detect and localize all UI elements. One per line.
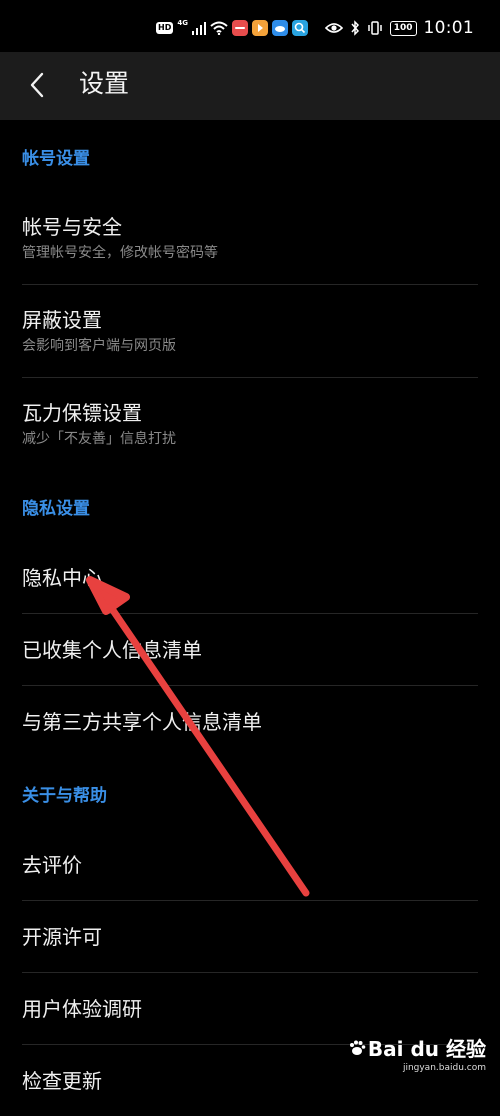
settings-item-title: 去评价 (22, 852, 82, 877)
app-icon-search (291, 20, 308, 36)
chevron-left-icon (30, 72, 44, 98)
battery-icon: 100 (389, 20, 417, 36)
status-bar-left: HD 4G (156, 16, 308, 40)
settings-list: 帐号设置 帐号与安全 管理帐号安全，修改帐号密码等 屏蔽设置 会影响到客户端与网… (0, 120, 500, 1116)
status-bar: HD 4G 100 10:01 (0, 0, 500, 52)
section-header-account: 帐号设置 (22, 148, 90, 169)
settings-item-title: 帐号与安全 (22, 215, 122, 239)
paw-icon (349, 1040, 366, 1055)
app-icon-blue (271, 20, 288, 36)
watermark-logo: Bai du 经验 (348, 1033, 486, 1062)
watermark-url: jingyan.baidu.com (402, 1063, 486, 1073)
app-icon-orange (251, 20, 268, 36)
settings-item-subtitle: 减少「不友善」信息打扰 (22, 431, 176, 447)
baidu-jingyan-watermark: Bai du 经验 jingyan.baidu.com (348, 1033, 486, 1073)
settings-item-title: 隐私中心 (22, 565, 102, 590)
vibrate-icon (367, 21, 382, 35)
settings-item-third-party-sharing-list[interactable]: 与第三方共享个人信息清单 (22, 686, 478, 757)
settings-item-privacy-center[interactable]: 隐私中心 (22, 542, 478, 614)
settings-item-collected-info-list[interactable]: 已收集个人信息清单 (22, 614, 478, 686)
network-type: 4G (177, 19, 188, 27)
section-header-privacy: 隐私设置 (22, 498, 90, 519)
hd-badge: HD (156, 22, 174, 34)
status-bar-right: 100 10:01 (324, 16, 474, 40)
settings-item-title: 用户体验调研 (22, 996, 142, 1021)
wifi-icon (210, 21, 228, 35)
settings-item-open-source-license[interactable]: 开源许可 (22, 901, 478, 973)
settings-item-title: 屏蔽设置 (22, 308, 102, 332)
settings-item-block-settings[interactable]: 屏蔽设置 会影响到客户端与网页版 (22, 285, 478, 378)
eye-icon (324, 23, 343, 33)
settings-item-account-security[interactable]: 帐号与安全 管理帐号安全，修改帐号密码等 (22, 192, 478, 285)
watermark-logo-text: Bai du 经验 (367, 1037, 486, 1061)
back-button[interactable] (20, 65, 54, 105)
settings-item-wali-guard[interactable]: 瓦力保镖设置 减少「不友善」信息打扰 (22, 378, 478, 470)
bluetooth-icon (351, 20, 359, 36)
settings-item-title: 瓦力保镖设置 (22, 401, 142, 425)
section-header-about-help: 关于与帮助 (22, 785, 107, 806)
page-title: 设置 (79, 69, 130, 98)
app-header: 设置 (0, 52, 500, 120)
settings-item-subtitle: 管理帐号安全，修改帐号密码等 (22, 245, 218, 261)
clock: 10:01 (423, 18, 474, 38)
settings-item-title: 已收集个人信息清单 (22, 637, 202, 662)
settings-item-title: 与第三方共享个人信息清单 (22, 709, 262, 734)
settings-item-title: 开源许可 (22, 924, 102, 949)
settings-item-subtitle: 会影响到客户端与网页版 (22, 338, 176, 354)
settings-item-rate-app[interactable]: 去评价 (22, 829, 478, 901)
app-icon-red (231, 20, 248, 36)
signal-icon (191, 22, 206, 35)
